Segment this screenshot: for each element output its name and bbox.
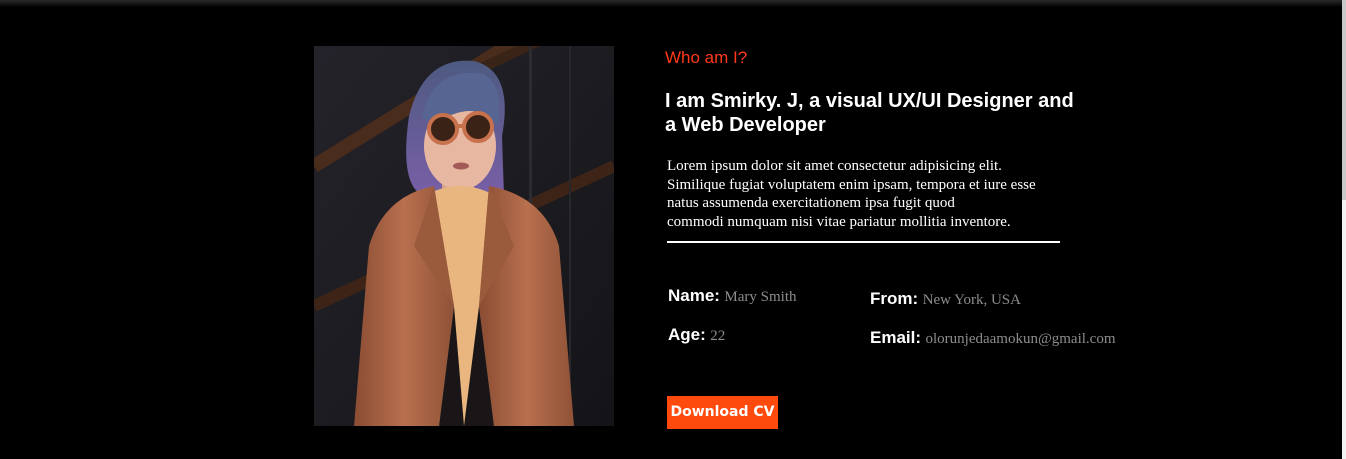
detail-email: Email: olorunjedaamokun@gmail.com xyxy=(870,328,1116,348)
detail-value: 22 xyxy=(710,328,726,344)
detail-label: Email: xyxy=(870,328,922,347)
detail-value: Mary Smith xyxy=(724,289,797,305)
bio-line: natus assumenda exercitationem ipsa fugi… xyxy=(667,195,955,211)
detail-label: Age: xyxy=(668,325,706,344)
profile-photo xyxy=(314,46,614,426)
page-title: I am Smirky. J, a visual UX/UI Designer … xyxy=(665,90,1074,136)
detail-age: Age: 22 xyxy=(668,325,725,345)
top-shadow xyxy=(0,0,1346,7)
about-section: Who am I? I am Smirky. J, a visual UX/UI… xyxy=(0,0,1346,459)
bio-line: commodi numquam nisi vitae pariatur moll… xyxy=(667,213,1011,230)
section-eyebrow: Who am I? xyxy=(665,48,748,67)
bio-line: Lorem ipsum dolor sit amet consectetur a… xyxy=(667,158,1002,174)
download-cv-button[interactable]: Download CV xyxy=(667,396,778,429)
scrollbar-thumb[interactable] xyxy=(1342,0,1346,200)
detail-label: From: xyxy=(870,289,919,308)
detail-from: From: New York, USA xyxy=(870,289,1021,309)
detail-label: Name: xyxy=(668,286,720,305)
bio-line: Similique fugiat voluptatem enim ipsam, … xyxy=(667,176,1036,193)
bio-text: Lorem ipsum dolor sit amet consectetur a… xyxy=(667,157,1060,243)
detail-name: Name: Mary Smith xyxy=(668,286,797,306)
detail-value: olorunjedaamokun@gmail.com xyxy=(925,331,1116,347)
detail-value: New York, USA xyxy=(922,292,1021,308)
